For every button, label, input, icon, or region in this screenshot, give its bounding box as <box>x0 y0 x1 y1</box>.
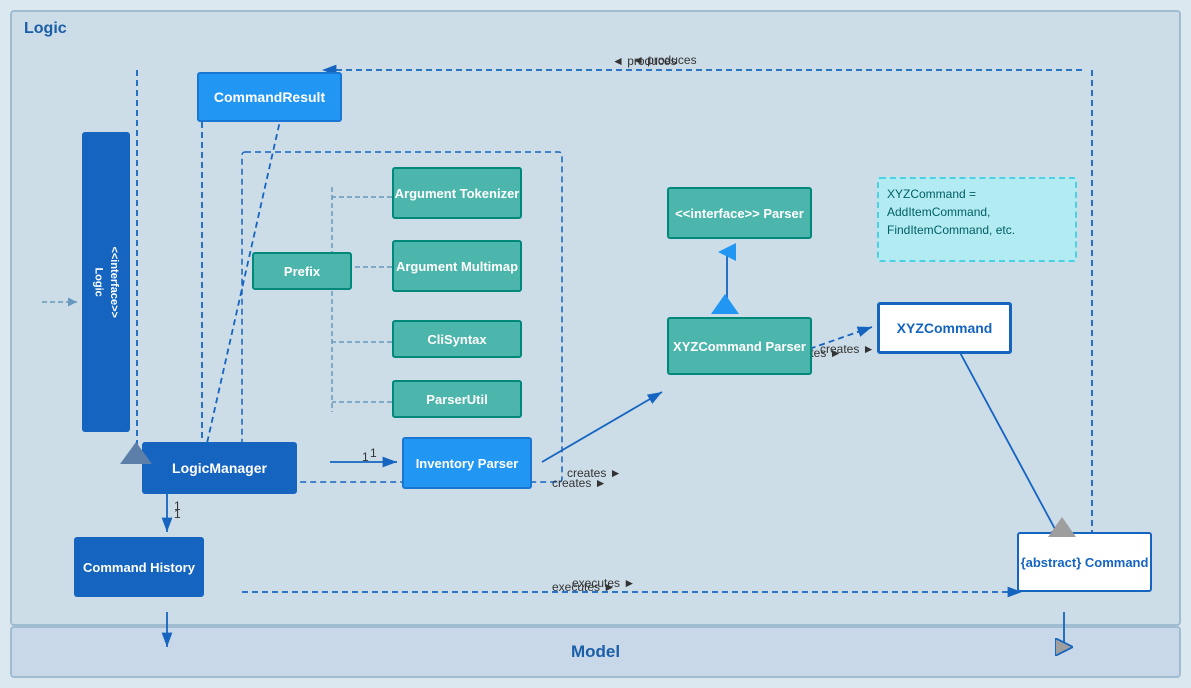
parser-inheritance-triangle <box>711 294 739 314</box>
argument-multimap-box: Argument Multimap <box>392 240 522 292</box>
executes-label-text: executes ► <box>552 580 615 594</box>
inventory-parser-box: Inventory Parser <box>402 437 532 489</box>
command-result-box: CommandResult <box>197 72 342 122</box>
model-label: Model <box>571 642 620 662</box>
creates-inv-label: creates ► <box>552 476 607 490</box>
abstract-inheritance-triangle <box>1048 517 1076 537</box>
one2-label: 1 <box>370 446 377 460</box>
logic-manager-box: LogicManager <box>142 442 297 494</box>
one1: 1 <box>174 507 181 521</box>
model-bar: Model <box>10 626 1181 678</box>
creates-xyz-label: creates ► <box>820 342 875 356</box>
parser-interface-box: <<interface>> Parser <box>667 187 812 239</box>
produces-label-text: ◄ produces <box>612 54 677 68</box>
logic-interface-box: <<interface>> Logic <box>82 132 130 432</box>
xyz-command-parser-box: XYZCommand Parser <box>667 317 812 375</box>
prefix-box: Prefix <box>252 252 352 290</box>
parser-util-box: ParserUtil <box>392 380 522 418</box>
command-history-box: Command History <box>74 537 204 597</box>
abstract-command-box: {abstract} Command <box>1017 532 1152 592</box>
cli-syntax-box: CliSyntax <box>392 320 522 358</box>
diagram-wrapper: Logic ◄ produces executes ► 1 1 <box>0 0 1191 688</box>
inheritance-triangle <box>120 442 152 464</box>
logic-area: Logic ◄ produces executes ► 1 1 <box>10 10 1181 626</box>
xyz-note-box: XYZCommand = AddItemCommand, FindItemCom… <box>877 177 1077 262</box>
logic-label: Logic <box>24 20 67 38</box>
argument-tokenizer-box: Argument Tokenizer <box>392 167 522 219</box>
one2: 1 <box>362 450 369 464</box>
xyz-command-box: XYZCommand <box>877 302 1012 354</box>
